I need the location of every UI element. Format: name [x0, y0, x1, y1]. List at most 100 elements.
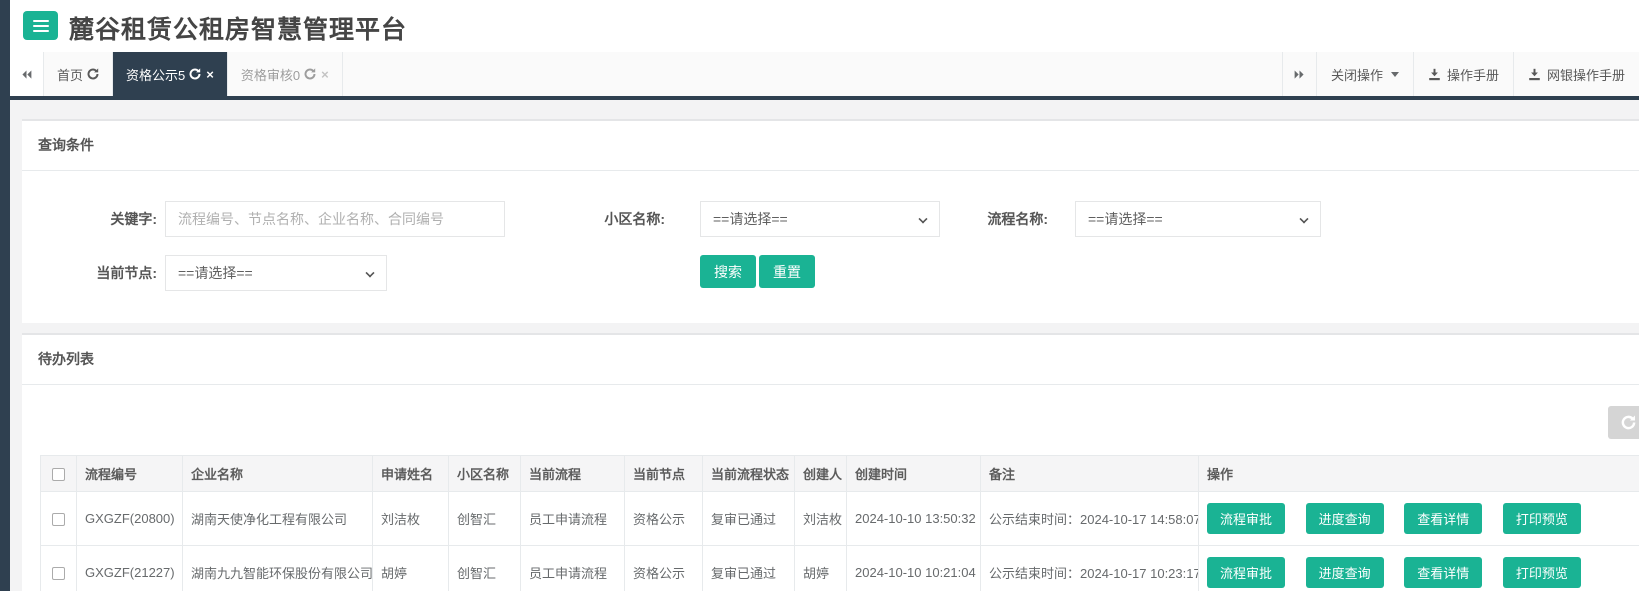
scroll-tabs-right-button[interactable]: [1281, 52, 1316, 96]
collapsed-sidebar[interactable]: [0, 0, 10, 591]
progress-query-button[interactable]: 进度查询: [1305, 557, 1384, 588]
app-header: 麓谷租赁公租房智慧管理平台: [10, 0, 1639, 52]
community-select-value: ==请选择==: [713, 211, 788, 227]
cell-actions: 流程审批 进度查询 查看详情 打印预览: [1198, 491, 1639, 546]
process-select[interactable]: ==请选择==: [1075, 201, 1321, 237]
col-header-process: 当前流程: [520, 455, 625, 492]
process-select-value: ==请选择==: [1088, 211, 1163, 227]
tab-label: 首页: [57, 67, 84, 83]
process-label: 流程名称:: [987, 211, 1048, 227]
cell-status: 复审已通过: [702, 545, 795, 591]
cell-creator: 刘洁枚: [794, 491, 847, 546]
query-panel: 查询条件 关键字: 小区名称: ==请选择== 流程名称: ==请选择== 当前…: [22, 119, 1639, 323]
col-header-community: 小区名称: [448, 455, 521, 492]
caret-down-icon: [1390, 71, 1399, 77]
cell-node: 资格公示: [624, 491, 703, 546]
todo-grid-area: 流程编号 企业名称 申请姓名 小区名称 当前流程 当前节点 当前流程状态 创建人…: [22, 385, 1639, 591]
tab-home[interactable]: 首页: [44, 52, 114, 96]
search-button[interactable]: 搜索: [700, 255, 756, 288]
col-header-applicant: 申请姓名: [372, 455, 449, 492]
close-tab-icon[interactable]: ×: [321, 68, 329, 81]
cell-node: 资格公示: [624, 545, 703, 591]
cell-community: 创智汇: [448, 491, 521, 546]
approve-flow-button[interactable]: 流程审批: [1207, 557, 1286, 588]
refresh-icon[interactable]: [304, 68, 316, 80]
cell-created: 2024-10-10 10:21:04: [846, 545, 981, 591]
refresh-icon[interactable]: [189, 68, 201, 80]
row-checkbox[interactable]: [52, 567, 65, 581]
refresh-table-button[interactable]: [1608, 406, 1639, 439]
query-form: 关键字: 小区名称: ==请选择== 流程名称: ==请选择== 当前节点: =…: [22, 171, 1639, 328]
manual-download-button[interactable]: 操作手册: [1412, 52, 1513, 96]
approve-flow-button[interactable]: 流程审批: [1207, 503, 1286, 534]
col-header-actions: 操作: [1198, 455, 1639, 492]
app-title: 麓谷租赁公租房智慧管理平台: [69, 16, 408, 44]
bank-manual-download-button[interactable]: 网银操作手册: [1512, 52, 1639, 96]
tab-bar: 首页 资格公示5 × 资格审核0 × 关闭操作 操作手册 网银操作手册: [10, 52, 1639, 96]
download-icon: [1529, 68, 1540, 80]
col-header-code: 流程编号: [76, 455, 183, 492]
cell-process: 员工申请流程: [520, 491, 625, 546]
col-header-status: 当前流程状态: [702, 455, 795, 492]
keyword-input[interactable]: [165, 201, 505, 237]
cell-code: GXGZF(21227): [76, 545, 183, 591]
tab-qualification-publicity[interactable]: 资格公示5 ×: [113, 52, 228, 96]
node-select-value: ==请选择==: [178, 265, 253, 281]
view-details-button[interactable]: 查看详情: [1404, 557, 1483, 588]
close-tab-icon[interactable]: ×: [206, 68, 214, 81]
col-header-company: 企业名称: [182, 455, 373, 492]
manual-label: 操作手册: [1446, 67, 1499, 83]
cell-code: GXGZF(20800): [76, 491, 183, 546]
cell-process: 员工申请流程: [520, 545, 625, 591]
close-operations-dropdown[interactable]: 关闭操作: [1315, 52, 1413, 96]
tabbar-divider: [10, 96, 1639, 100]
view-details-button[interactable]: 查看详情: [1404, 503, 1483, 534]
table-row: GXGZF(20800) 湖南天使净化工程有限公司 刘洁枚 创智汇 员工申请流程…: [40, 491, 1639, 546]
col-header-created: 创建时间: [846, 455, 981, 492]
cell-actions: 流程审批 进度查询 查看详情 打印预览: [1198, 545, 1639, 591]
cell-created: 2024-10-10 13:50:32: [846, 491, 981, 546]
close-operations-label: 关闭操作: [1330, 67, 1383, 83]
print-preview-button[interactable]: 打印预览: [1502, 557, 1581, 588]
row-checkbox[interactable]: [52, 513, 65, 527]
select-all-checkbox[interactable]: [52, 468, 65, 482]
tab-label: 资格公示5: [126, 67, 186, 83]
cell-status: 复审已通过: [702, 491, 795, 546]
keyword-label: 关键字:: [110, 211, 157, 227]
node-select[interactable]: ==请选择==: [165, 255, 387, 291]
cell-remark: 公示结束时间：2024-10-17 10:23:17: [980, 545, 1199, 591]
download-icon: [1429, 68, 1440, 80]
col-header-creator: 创建人: [794, 455, 847, 492]
tab-label: 资格审核0: [240, 67, 301, 83]
col-header-node: 当前节点: [624, 455, 703, 492]
hamburger-icon: [32, 19, 49, 32]
refresh-icon: [1621, 415, 1635, 430]
todo-panel-title: 待办列表: [22, 335, 1639, 385]
community-label: 小区名称:: [604, 211, 665, 227]
menu-toggle-button[interactable]: [23, 11, 58, 40]
progress-query-button[interactable]: 进度查询: [1305, 503, 1384, 534]
cell-company: 湖南天使净化工程有限公司: [182, 491, 373, 546]
cell-applicant: 胡婷: [372, 545, 449, 591]
cell-community: 创智汇: [448, 545, 521, 591]
print-preview-button[interactable]: 打印预览: [1502, 503, 1581, 534]
scroll-tabs-left-button[interactable]: [10, 52, 44, 96]
reset-button[interactable]: 重置: [759, 255, 815, 288]
chevron-down-icon: [365, 268, 375, 278]
tab-qualification-review[interactable]: 资格审核0 ×: [228, 52, 343, 96]
cell-creator: 胡婷: [794, 545, 847, 591]
double-chevron-right-icon: [1294, 69, 1304, 79]
table-row: GXGZF(21227) 湖南九九智能环保股份有限公司 胡婷 创智汇 员工申请流…: [40, 545, 1639, 591]
tabbar-spacer: [343, 52, 1282, 96]
double-chevron-left-icon: [22, 69, 32, 79]
table-header-row: 流程编号 企业名称 申请姓名 小区名称 当前流程 当前节点 当前流程状态 创建人…: [40, 455, 1639, 492]
query-panel-title: 查询条件: [22, 121, 1639, 171]
todo-panel: 待办列表 流程编号 企业名称 申请姓名 小区名称 当前流程 当前节点 当前流程状…: [22, 333, 1639, 591]
todo-table: 流程编号 企业名称 申请姓名 小区名称 当前流程 当前节点 当前流程状态 创建人…: [40, 455, 1639, 591]
col-header-remark: 备注: [980, 455, 1199, 492]
cell-company: 湖南九九智能环保股份有限公司: [182, 545, 373, 591]
chevron-down-icon: [1299, 214, 1309, 224]
cell-remark: 公示结束时间：2024-10-17 14:58:07: [980, 491, 1199, 546]
refresh-icon[interactable]: [87, 68, 99, 80]
node-label: 当前节点:: [96, 265, 157, 281]
